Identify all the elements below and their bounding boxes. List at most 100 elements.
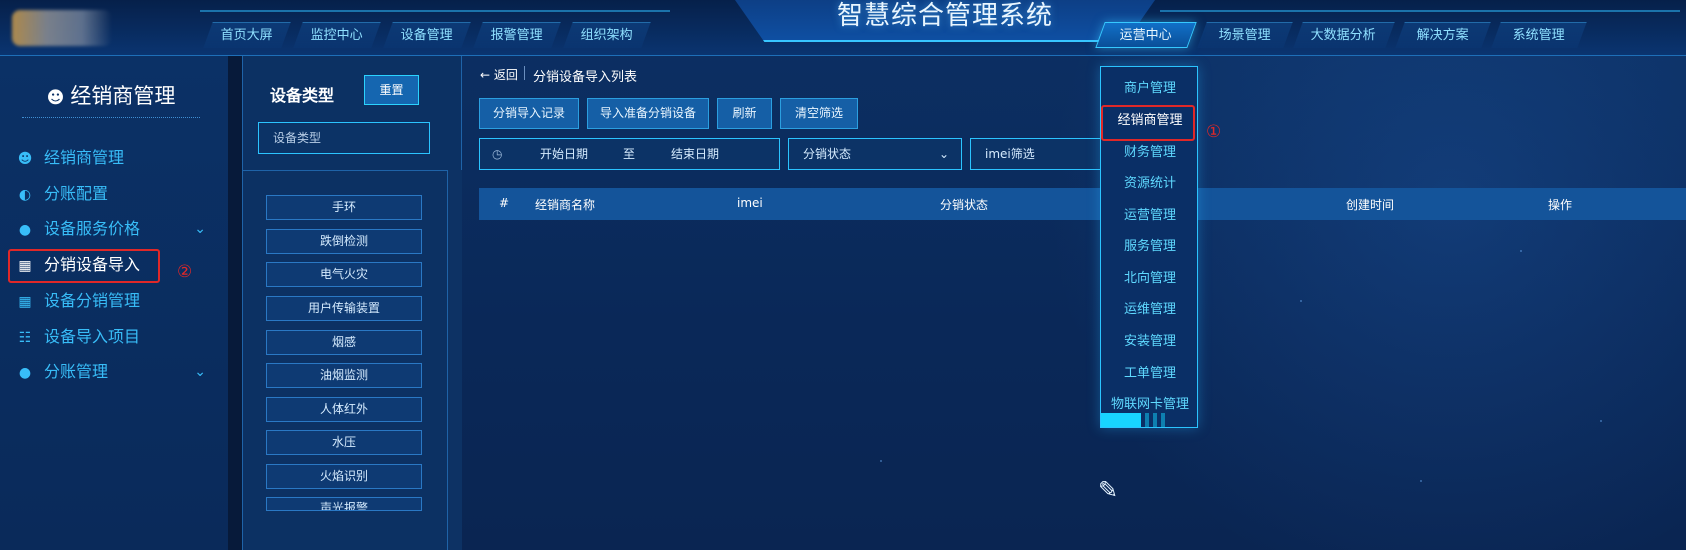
pie-chart-icon: ◐ bbox=[18, 187, 32, 203]
annotation-mark-1: ① bbox=[1206, 122, 1222, 142]
device-type-item[interactable]: 用户传输装置 bbox=[266, 296, 422, 321]
import-prepare-button[interactable]: 导入准备分销设备 bbox=[587, 98, 709, 129]
sidebar-item-dealer-management[interactable]: ☻ 经销商管理 bbox=[10, 143, 220, 173]
end-date-field[interactable]: 结束日期 bbox=[671, 139, 719, 169]
clock-icon: ◷ bbox=[492, 147, 503, 161]
refresh-button[interactable]: 刷新 bbox=[717, 98, 772, 129]
device-type-item[interactable]: 跌倒检测 bbox=[266, 229, 422, 254]
app-window: 智慧综合管理系统 首页大屏 监控中心 设备管理 报警管理 组织架构 运营中心 场… bbox=[0, 0, 1686, 550]
nav-label: 系统管理 bbox=[1512, 28, 1565, 43]
dropdown-decoration bbox=[1101, 413, 1197, 427]
menu-item-merchant[interactable]: 商户管理 bbox=[1101, 77, 1197, 101]
menu-item-service[interactable]: 服务管理 bbox=[1101, 235, 1197, 259]
device-type-item[interactable]: 水压 bbox=[266, 430, 422, 455]
nav-system-management[interactable]: 系统管理 bbox=[1491, 22, 1587, 48]
nav-alarm-management[interactable]: 报警管理 bbox=[473, 22, 561, 48]
import-record-button[interactable]: 分销导入记录 bbox=[479, 98, 579, 129]
menu-item-work-order[interactable]: 工单管理 bbox=[1101, 362, 1197, 386]
device-type-item[interactable]: 电气火灾 bbox=[266, 262, 422, 287]
device-type-item[interactable]: 烟感 bbox=[266, 330, 422, 355]
nav-label: 组织架构 bbox=[580, 28, 633, 43]
bg-star bbox=[1420, 480, 1422, 482]
back-arrow-icon: ← bbox=[480, 68, 494, 82]
nav-decoration bbox=[200, 10, 670, 16]
nav-decoration bbox=[1160, 10, 1680, 16]
date-range-picker[interactable]: ◷ 开始日期 至 结束日期 bbox=[479, 138, 780, 170]
device-type-item[interactable]: 声光报警 bbox=[266, 497, 422, 511]
device-type-scrollbar[interactable] bbox=[447, 170, 462, 550]
device-type-item[interactable]: 火焰识别 bbox=[266, 464, 422, 489]
sidebar-item-label: 设备导入项目 bbox=[44, 327, 141, 346]
nav-label: 报警管理 bbox=[490, 28, 543, 43]
nav-device-management[interactable]: 设备管理 bbox=[383, 22, 471, 48]
imei-search-input[interactable]: imei筛选 bbox=[970, 138, 1110, 170]
nav-solutions[interactable]: 解决方案 bbox=[1395, 22, 1491, 48]
nav-label: 场景管理 bbox=[1218, 28, 1271, 43]
users-icon: ☻ bbox=[46, 88, 65, 108]
menu-item-operations[interactable]: 运营管理 bbox=[1101, 204, 1197, 228]
start-date-field[interactable]: 开始日期 bbox=[540, 139, 588, 169]
company-logo bbox=[12, 10, 112, 46]
table-header bbox=[479, 188, 1686, 220]
nav-label: 首页大屏 bbox=[220, 28, 273, 43]
highlight-box-sidebar bbox=[8, 249, 160, 283]
nav-operation-center[interactable]: 运营中心 bbox=[1095, 22, 1197, 48]
column-header-status: 分销状态 bbox=[940, 198, 989, 212]
book-icon: ☷ bbox=[18, 330, 32, 346]
page-title: 分销设备导入列表 bbox=[533, 70, 638, 85]
sidebar-item-device-distribution[interactable]: ▦ 设备分销管理 bbox=[10, 286, 220, 316]
top-header: 智慧综合管理系统 首页大屏 监控中心 设备管理 报警管理 组织架构 运营中心 场… bbox=[0, 0, 1686, 56]
money-bag-icon: ● bbox=[18, 365, 32, 381]
reset-button[interactable]: 重置 bbox=[364, 75, 419, 105]
status-select[interactable]: 分销状态 ⌄ bbox=[788, 138, 962, 170]
nav-home-screen[interactable]: 首页大屏 bbox=[203, 22, 291, 48]
column-header-imei: imei bbox=[737, 196, 763, 210]
sidebar-item-label: 设备服务价格 bbox=[44, 219, 141, 238]
menu-item-maintenance[interactable]: 运维管理 bbox=[1101, 298, 1197, 322]
imei-placeholder: imei筛选 bbox=[985, 147, 1035, 161]
column-header-actions: 操作 bbox=[1548, 198, 1573, 212]
sidebar-item-label: 经销商管理 bbox=[44, 148, 125, 167]
menu-item-northbound[interactable]: 北向管理 bbox=[1101, 267, 1197, 291]
device-type-item[interactable]: 手环 bbox=[266, 195, 422, 220]
bg-star bbox=[880, 460, 882, 462]
highlight-box-dropdown bbox=[1101, 105, 1195, 141]
device-type-search-input[interactable]: 设备类型 bbox=[258, 122, 430, 154]
nav-monitor-center[interactable]: 监控中心 bbox=[293, 22, 381, 48]
panel-separator bbox=[242, 170, 447, 171]
nav-label: 设备管理 bbox=[400, 28, 453, 43]
grid-icon: ▦ bbox=[18, 294, 32, 310]
menu-item-resource-stats[interactable]: 资源统计 bbox=[1101, 172, 1197, 196]
chevron-down-icon: ⌄ bbox=[938, 147, 949, 161]
sidebar-title-text: 经销商管理 bbox=[70, 84, 176, 108]
clear-filter-button[interactable]: 清空筛选 bbox=[780, 98, 858, 129]
date-range-separator: 至 bbox=[623, 147, 636, 161]
nav-organization[interactable]: 组织架构 bbox=[563, 22, 651, 48]
column-header-created: 创建时间 bbox=[1346, 198, 1395, 212]
device-type-item[interactable]: 人体红外 bbox=[266, 397, 422, 422]
device-type-item[interactable]: 油烟监测 bbox=[266, 363, 422, 388]
nav-big-data[interactable]: 大数据分析 bbox=[1293, 22, 1395, 48]
sidebar-item-service-price[interactable]: ● 设备服务价格 ⌄ bbox=[10, 214, 220, 244]
back-link[interactable]: ← 返回 bbox=[480, 66, 518, 83]
device-type-title: 设备类型 bbox=[270, 86, 335, 105]
nav-label: 监控中心 bbox=[310, 28, 363, 43]
menu-item-finance[interactable]: 财务管理 bbox=[1101, 141, 1197, 165]
bg-star bbox=[1300, 300, 1302, 302]
status-select-value: 分销状态 bbox=[803, 147, 852, 161]
nav-label: 解决方案 bbox=[1416, 28, 1469, 43]
money-bag-icon: ● bbox=[18, 222, 32, 238]
chevron-down-icon: ⌄ bbox=[194, 221, 206, 237]
sidebar-item-split-config[interactable]: ◐ 分账配置 bbox=[10, 179, 220, 209]
column-header-dealer: 经销商名称 bbox=[535, 198, 596, 212]
menu-item-installation[interactable]: 安装管理 bbox=[1101, 330, 1197, 354]
bg-star bbox=[1520, 250, 1522, 252]
users-icon: ☻ bbox=[17, 151, 33, 167]
sidebar-item-label: 设备分销管理 bbox=[44, 291, 141, 310]
sidebar-item-import-project[interactable]: ☷ 设备导入项目 bbox=[10, 322, 220, 352]
empty-data-icon: ✎ bbox=[1098, 476, 1119, 504]
annotation-mark-2: ② bbox=[177, 262, 193, 282]
sidebar-title: ☻ 经销商管理 bbox=[22, 78, 200, 118]
sidebar-item-split-management[interactable]: ● 分账管理 ⌄ bbox=[10, 357, 220, 387]
nav-scene-management[interactable]: 场景管理 bbox=[1197, 22, 1293, 48]
